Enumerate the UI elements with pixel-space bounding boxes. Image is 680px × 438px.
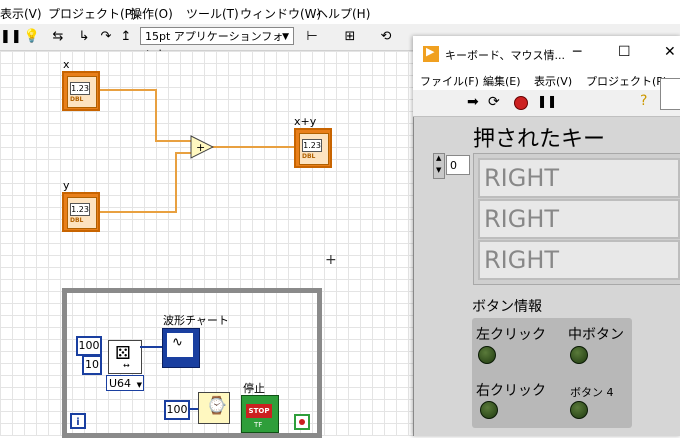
chevron-up-icon[interactable]: ▲: [436, 154, 441, 162]
sum-display: 1.23: [302, 139, 322, 152]
sum-indicator[interactable]: 1.23 DBL: [294, 128, 332, 168]
key-array-element: RIGHT: [478, 199, 680, 239]
waveform-chart-terminal[interactable]: ∿: [162, 328, 200, 368]
wait-node[interactable]: ⌚: [198, 392, 230, 424]
highlight-icon[interactable]: 💡: [22, 27, 42, 47]
wire: [175, 152, 177, 213]
sum-type-badge: DBL: [302, 153, 316, 160]
front-panel-titlebar: ▶ キーボード、マウス情... ─ ☐ ✕: [413, 36, 680, 70]
align-icon[interactable]: ⊢: [302, 27, 322, 47]
run-continuously-icon[interactable]: ⟳: [488, 94, 500, 110]
array-index-input[interactable]: 0: [446, 155, 470, 175]
retain-wire-icon[interactable]: ⇆: [48, 27, 68, 47]
waveform-icon: ∿: [172, 335, 183, 350]
x-label: x: [63, 58, 70, 71]
right-click-label: 右クリック: [476, 383, 546, 399]
wire: [100, 211, 176, 213]
run-icon[interactable]: ➡: [467, 94, 479, 110]
pressed-key-heading: 押されたキー: [473, 127, 606, 152]
button4-label: ボタン 4: [570, 386, 614, 399]
chart-label: 波形チャート: [163, 314, 229, 327]
range-arrow-icon: ↔: [123, 361, 130, 370]
menu-tools[interactable]: ツール(T): [186, 5, 239, 22]
chevron-down-icon[interactable]: ▼: [436, 166, 441, 174]
font-select[interactable]: 15pt アプリケーションフォント ▼: [140, 27, 294, 61]
const-100[interactable]: 100: [76, 336, 102, 356]
random-number-node[interactable]: ⚄ ↔: [108, 340, 142, 374]
x-display: 1.23: [70, 82, 90, 95]
wire: [155, 140, 193, 142]
wire: [140, 346, 164, 348]
menu-bar: 表示(V) プロジェクト(P) 操作(O) ツール(T) ウィンドウ(W) ヘル…: [0, 0, 680, 24]
key-array-element: RIGHT: [478, 158, 680, 198]
button-info-label: ボタン情報: [472, 299, 542, 315]
y-control[interactable]: 1.23 DBL: [62, 192, 100, 232]
pause-icon[interactable]: ❚❚: [0, 27, 22, 47]
y-display: 1.23: [70, 203, 90, 216]
u64-select[interactable]: U64 ▼: [106, 375, 144, 391]
menu-window[interactable]: ウィンドウ(W): [240, 5, 321, 22]
middle-button-led[interactable]: [570, 346, 588, 364]
add-symbol: +: [196, 141, 205, 154]
step-into-icon[interactable]: ↳: [74, 27, 94, 47]
sum-label: x+y: [294, 115, 317, 128]
front-panel-menubar: ファイル(F) 編集(E) 表示(V) プロジェクト(P): [413, 70, 680, 90]
middle-button-label: 中ボタン: [568, 327, 624, 343]
chevron-down-icon: ▼: [136, 381, 142, 389]
labview-logo-icon: ▶: [423, 45, 439, 62]
stop-if-true-icon: [299, 419, 305, 425]
left-click-label: 左クリック: [476, 327, 546, 343]
wire: [155, 89, 157, 141]
y-label: y: [63, 179, 70, 192]
key-array-element: RIGHT: [478, 240, 680, 280]
menu-view[interactable]: 表示(V): [0, 5, 42, 22]
stop-button-terminal[interactable]: STOP TF: [241, 395, 279, 433]
maximize-icon[interactable]: ☐: [618, 44, 631, 60]
iteration-terminal: i: [70, 413, 86, 429]
const-10[interactable]: 10: [82, 355, 102, 375]
left-click-led[interactable]: [478, 346, 496, 364]
const-wait-100[interactable]: 100: [164, 400, 190, 420]
front-panel-title: キーボード、マウス情...: [445, 49, 566, 62]
minimize-icon[interactable]: ─: [573, 44, 581, 60]
wire: [188, 408, 198, 410]
add-node[interactable]: +: [190, 135, 214, 159]
crosshair-cursor-icon: +: [325, 252, 337, 268]
menu-help[interactable]: ヘルプ(H): [316, 5, 370, 22]
tf-text: TF: [254, 421, 263, 429]
u64-value: U64: [109, 377, 132, 390]
menu-project[interactable]: プロジェクト(P): [48, 5, 137, 22]
wire: [100, 89, 156, 91]
step-over-icon[interactable]: ↷: [96, 27, 116, 47]
x-control[interactable]: 1.23 DBL: [62, 71, 100, 111]
chevron-down-icon: ▼: [282, 32, 289, 42]
close-icon[interactable]: ✕: [664, 44, 676, 60]
step-out-icon[interactable]: ↥: [116, 27, 136, 47]
y-type-badge: DBL: [70, 217, 84, 224]
stop-label: 停止: [243, 382, 265, 395]
vi-icon: [660, 78, 680, 110]
front-panel-toolbar: ➡ ⟳ ❚❚ ?: [413, 78, 680, 117]
loop-condition[interactable]: [294, 414, 310, 430]
fp-menu-edit[interactable]: 編集(E): [483, 73, 521, 89]
watch-icon: ⌚: [206, 396, 228, 416]
fp-menu-file[interactable]: ファイル(F): [420, 73, 479, 89]
menu-operate[interactable]: 操作(O): [130, 5, 173, 22]
pause-icon[interactable]: ❚❚: [537, 94, 557, 108]
fp-menu-view[interactable]: 表示(V): [534, 73, 572, 89]
abort-icon[interactable]: [514, 96, 528, 110]
stop-text: STOP: [246, 404, 272, 418]
wire: [212, 146, 294, 148]
help-icon[interactable]: ?: [640, 93, 647, 109]
fp-menu-project[interactable]: プロジェクト(P): [586, 73, 667, 89]
index-spinner[interactable]: ▲ ▼: [433, 153, 445, 179]
reorder-icon[interactable]: ⟲: [376, 27, 396, 47]
distribute-icon[interactable]: ⊞: [340, 27, 360, 47]
right-click-led[interactable]: [480, 401, 498, 419]
button4-led[interactable]: [570, 401, 588, 419]
x-type-badge: DBL: [70, 96, 84, 103]
